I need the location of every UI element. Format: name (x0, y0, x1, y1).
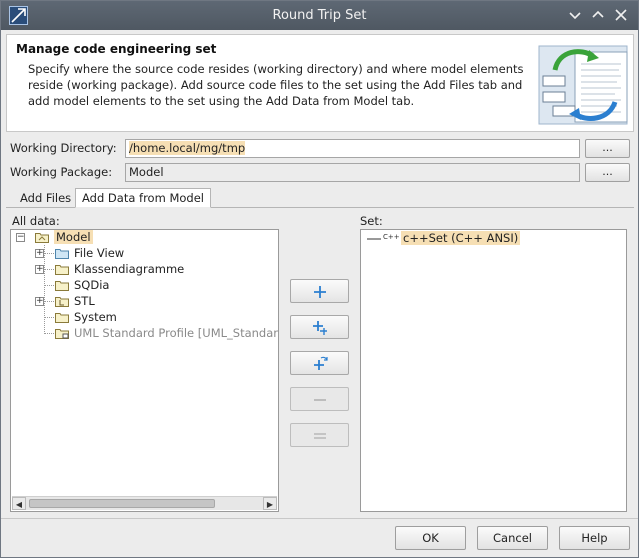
folder-icon (55, 281, 69, 291)
plus-tree-icon (313, 321, 327, 335)
tab-add-data-from-model[interactable]: Add Data from Model (75, 188, 211, 208)
tree-item-label: UML Standard Profile [UML_Standard (74, 326, 279, 340)
scroll-right-icon[interactable]: ▶ (263, 497, 277, 510)
scroll-left-icon[interactable]: ◀ (12, 497, 26, 510)
close-icon[interactable] (613, 7, 629, 23)
locked-folder-icon (55, 329, 69, 339)
working-directory-value: /home.local/mg/tmp (129, 141, 246, 155)
package-folder-icon (35, 233, 49, 243)
tree-line-icon (367, 238, 381, 240)
expand-icon[interactable]: + (35, 265, 44, 274)
set-list[interactable]: C++ c++Set (C++ ANSI) (360, 229, 627, 512)
help-button[interactable]: Help (559, 526, 630, 550)
tree-item-stl[interactable]: + STL (11, 294, 271, 310)
tree-item-system[interactable]: System (11, 310, 271, 326)
add-all-button[interactable] (290, 351, 349, 375)
working-package-label: Working Package: (10, 165, 113, 179)
horizontal-scrollbar[interactable]: ◀ ▶ (12, 496, 277, 510)
title-bar[interactable]: Round Trip Set (1, 1, 638, 30)
dialog-window: Round Trip Set Manage code engineering s… (0, 0, 639, 558)
tree-item-model[interactable]: − Model (11, 230, 271, 246)
round-trip-graphic-icon (538, 45, 628, 125)
minus-icon (314, 399, 326, 401)
tree-item-file-view[interactable]: + File View (11, 246, 271, 262)
tree-item-label: Klassendiagramme (74, 262, 185, 276)
add-recursive-button[interactable] (290, 315, 349, 339)
working-directory-label: Working Directory: (10, 141, 117, 155)
set-label: Set: (360, 214, 383, 228)
tree-item-sqdia[interactable]: SQDia (11, 278, 271, 294)
file-view-folder-icon (55, 249, 69, 259)
working-directory-input[interactable]: /home.local/mg/tmp (125, 139, 580, 158)
tree-item-label: Model (54, 230, 93, 244)
all-data-tree[interactable]: − Model + File View + Klassendiagramme S… (10, 229, 279, 512)
working-package-value: Model (129, 165, 164, 179)
ok-button[interactable]: OK (395, 526, 466, 550)
set-item-cpp-set[interactable]: C++ c++Set (C++ ANSI) (367, 231, 617, 247)
add-button[interactable] (290, 279, 349, 303)
collapse-icon[interactable]: − (16, 233, 25, 242)
header-title: Manage code engineering set (16, 42, 217, 56)
tree-item-label: File View (74, 246, 125, 260)
minimize-icon[interactable] (567, 7, 583, 23)
folder-icon (55, 313, 69, 323)
header-description: Specify where the source code resides (w… (28, 62, 524, 108)
plus-icon (314, 286, 326, 298)
remove-button[interactable] (290, 387, 349, 411)
window-title: Round Trip Set (272, 8, 367, 23)
browse-package-button[interactable]: ... (585, 163, 630, 182)
double-minus-icon (314, 433, 326, 439)
set-item-label: c++Set (C++ ANSI) (401, 231, 521, 245)
expand-icon[interactable]: + (35, 297, 44, 306)
cancel-button[interactable]: Cancel (477, 526, 548, 550)
tree-item-label: SQDia (74, 278, 110, 292)
maximize-icon[interactable] (590, 7, 606, 23)
all-data-label: All data: (12, 214, 60, 228)
cpp-icon: C++ (383, 233, 400, 241)
scroll-thumb[interactable] (29, 499, 215, 508)
tree-item-uml-standard-profile[interactable]: UML Standard Profile [UML_Standard (11, 326, 279, 342)
browse-directory-button[interactable]: ... (585, 139, 630, 158)
folder-icon (55, 265, 69, 275)
tree-item-klassendiagramme[interactable]: + Klassendiagramme (11, 262, 271, 278)
tree-item-label: STL (74, 294, 95, 308)
library-folder-icon (55, 297, 69, 307)
plus-refresh-icon (314, 356, 328, 370)
tab-add-files[interactable]: Add Files (13, 188, 78, 208)
tree-item-label: System (74, 310, 117, 324)
remove-all-button[interactable] (290, 423, 349, 447)
expand-icon[interactable]: + (35, 249, 44, 258)
footer-divider (1, 518, 638, 519)
header-panel: Manage code engineering set Specify wher… (6, 34, 634, 132)
working-package-input[interactable]: Model (125, 163, 580, 182)
